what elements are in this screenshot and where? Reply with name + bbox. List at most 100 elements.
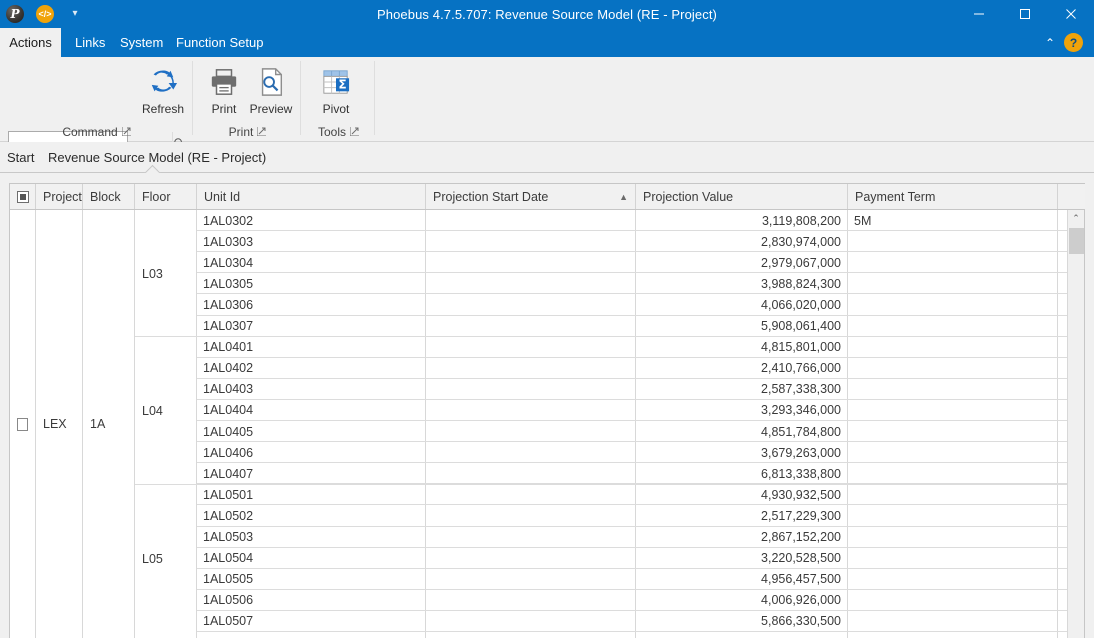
cell-unit-id[interactable]: 1AL0401 [197, 337, 425, 358]
cell-projection-value[interactable]: 3,119,808,200 [636, 210, 847, 231]
cell-projection-start-date[interactable] [426, 569, 635, 590]
cell-projection-value[interactable]: 2,587,338,300 [636, 379, 847, 400]
cell-projection-value[interactable]: 3,679,263,000 [636, 442, 847, 463]
cell-block[interactable]: 1A [83, 210, 134, 638]
cell-projection-start-date[interactable] [426, 484, 635, 505]
cell-projection-start-date[interactable] [426, 421, 635, 442]
cell-projection-start-date[interactable] [426, 548, 635, 569]
qat-dropdown-icon[interactable]: ▾ [60, 0, 90, 28]
column-header-payment-term[interactable]: Payment Term [848, 184, 1058, 209]
cell-unit-id[interactable]: 1AL0404 [197, 400, 425, 421]
cell-projection-value[interactable]: 4,006,926,000 [636, 590, 847, 611]
cell-unit-id[interactable]: 1AL0503 [197, 527, 425, 548]
tab-actions[interactable]: Actions [0, 28, 61, 57]
cell-payment-term[interactable] [848, 316, 1057, 337]
cell-unit-id[interactable]: 1AL0505 [197, 569, 425, 590]
cell-payment-term[interactable] [848, 231, 1057, 252]
preview-button[interactable]: Preview [240, 61, 302, 125]
cell-projection-value[interactable]: 3,988,824,300 [636, 273, 847, 294]
cell-unit-id[interactable]: 1AL0501 [197, 484, 425, 505]
print-dialog-launcher-icon[interactable] [256, 126, 267, 138]
cell-projection-value[interactable]: 2,517,229,300 [636, 505, 847, 526]
cell-payment-term[interactable] [848, 611, 1057, 632]
column-header-floor[interactable]: Floor [135, 184, 197, 209]
cell-projection-value[interactable]: 2,867,152,200 [636, 527, 847, 548]
cell-payment-term[interactable] [848, 400, 1057, 421]
cell-projection-value[interactable]: 6,813,338,800 [636, 463, 847, 484]
command-dialog-launcher-icon[interactable] [121, 126, 131, 138]
tools-dialog-launcher-icon[interactable] [349, 126, 359, 138]
cell-payment-term[interactable] [848, 548, 1057, 569]
scroll-up-arrow-icon[interactable]: ⌃ [1068, 210, 1084, 227]
cell-projection-start-date[interactable] [426, 379, 635, 400]
cell-payment-term[interactable] [848, 294, 1057, 315]
cell-unit-id[interactable]: 1AL0403 [197, 379, 425, 400]
cell-projection-value[interactable]: 5,866,330,500 [636, 611, 847, 632]
column-header-projection-value[interactable]: Projection Value [636, 184, 848, 209]
cell-payment-term[interactable] [848, 421, 1057, 442]
cell-projection-start-date[interactable] [426, 252, 635, 273]
cell-projection-value[interactable]: 4,930,932,500 [636, 484, 847, 505]
cell-projection-start-date[interactable] [426, 337, 635, 358]
column-header-spare[interactable] [1058, 184, 1085, 209]
cell-unit-id[interactable]: 1AL0506 [197, 590, 425, 611]
cell-projection-start-date[interactable] [426, 400, 635, 421]
cell-unit-id[interactable]: 1AL0303 [197, 231, 425, 252]
cell-payment-term[interactable] [848, 442, 1057, 463]
cell-payment-term[interactable] [848, 252, 1057, 273]
cell-projection-start-date[interactable] [426, 210, 635, 231]
cell-unit-id[interactable]: 1AL0405 [197, 421, 425, 442]
cell-projection-start-date[interactable] [426, 611, 635, 632]
refresh-button[interactable]: Refresh [133, 61, 193, 125]
tab-function-setup[interactable]: Function Setup [164, 28, 275, 57]
cell-payment-term[interactable] [848, 358, 1057, 379]
minimize-button[interactable] [956, 0, 1002, 28]
cell-projection-start-date[interactable] [426, 358, 635, 379]
cell-payment-term[interactable] [848, 273, 1057, 294]
column-header-block[interactable]: Block [83, 184, 135, 209]
cell-projection-value[interactable]: 2,410,766,000 [636, 358, 847, 379]
cell-projection-start-date[interactable] [426, 231, 635, 252]
cell-unit-id[interactable]: 1AL0306 [197, 294, 425, 315]
doc-tab-start[interactable]: Start [7, 142, 34, 173]
vertical-scrollbar[interactable]: ⌃ [1067, 210, 1084, 638]
cell-payment-term[interactable] [848, 505, 1057, 526]
cell-projection-start-date[interactable] [426, 442, 635, 463]
help-button[interactable]: ? [1064, 33, 1083, 52]
select-all-checkbox[interactable] [10, 184, 36, 209]
cell-projection-start-date[interactable] [426, 527, 635, 548]
cell-unit-id[interactable]: 1AL0507 [197, 611, 425, 632]
cell-payment-term[interactable] [848, 527, 1057, 548]
cell-floor-group-1[interactable]: L04 [135, 337, 196, 485]
cell-projection-value[interactable]: 3,220,528,500 [636, 548, 847, 569]
cell-unit-id[interactable]: 1AL0407 [197, 463, 425, 484]
code-icon[interactable]: </> [30, 0, 60, 28]
cell-unit-id[interactable]: 1AL0302 [197, 210, 425, 231]
cell-projection-value[interactable]: 3,293,346,000 [636, 400, 847, 421]
row-select-checkbox[interactable] [10, 210, 35, 638]
cell-floor-group-2[interactable]: L05 [135, 485, 196, 633]
close-button[interactable] [1048, 0, 1094, 28]
cell-unit-id[interactable]: 1AL0502 [197, 505, 425, 526]
scrollbar-thumb[interactable] [1069, 228, 1084, 254]
cell-floor-group-0[interactable]: L03 [135, 210, 196, 337]
cell-payment-term[interactable] [848, 463, 1057, 484]
cell-payment-term[interactable] [848, 569, 1057, 590]
maximize-button[interactable] [1002, 0, 1048, 28]
cell-payment-term[interactable] [848, 337, 1057, 358]
cell-projection-value[interactable]: 5,908,061,400 [636, 316, 847, 337]
cell-projection-start-date[interactable] [426, 590, 635, 611]
cell-unit-id[interactable]: 1AL0307 [197, 316, 425, 337]
cell-payment-term[interactable] [848, 379, 1057, 400]
cell-payment-term[interactable] [848, 484, 1057, 505]
cell-projection-value[interactable]: 2,979,067,000 [636, 252, 847, 273]
cell-projection-start-date[interactable] [426, 505, 635, 526]
cell-payment-term[interactable] [848, 590, 1057, 611]
chevron-up-icon[interactable]: ⌃ [1045, 37, 1055, 49]
column-header-projection-start-date[interactable]: Projection Start Date ▲ [426, 184, 636, 209]
cell-unit-id[interactable]: 1AL0406 [197, 442, 425, 463]
cell-projection-start-date[interactable] [426, 463, 635, 484]
cell-project[interactable]: LEX [36, 210, 82, 638]
column-header-unit-id[interactable]: Unit Id [197, 184, 426, 209]
app-logo-icon[interactable]: P [0, 0, 30, 28]
